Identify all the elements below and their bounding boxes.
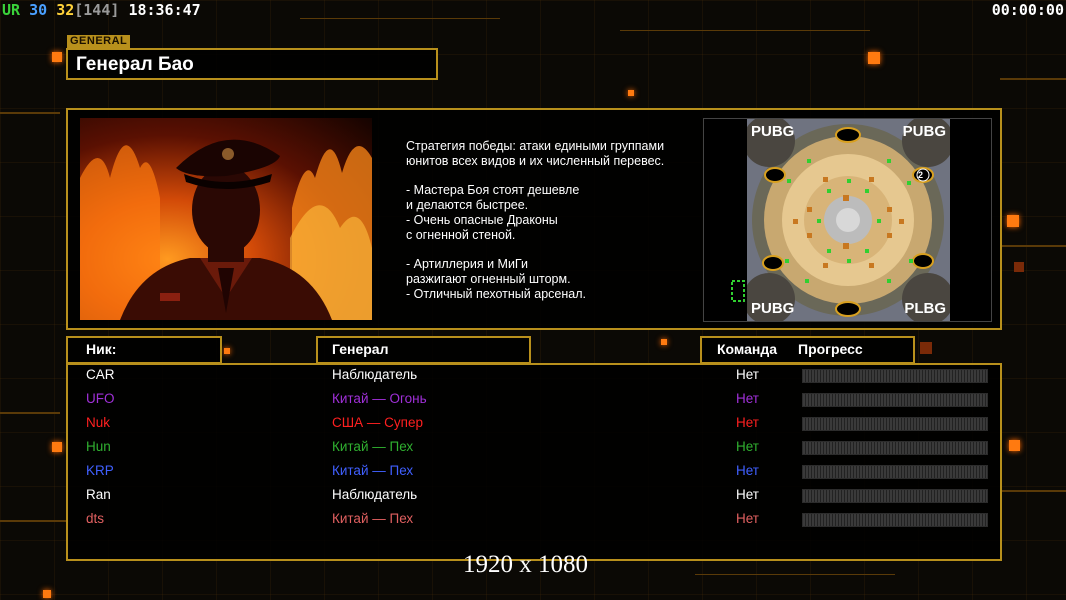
minimap-terrain: PUBG PUBG PUBG PLBG 2 bbox=[743, 119, 954, 321]
player-row[interactable]: Nuk США — Супер Нет bbox=[68, 413, 1000, 437]
player-nick: Nuk bbox=[86, 415, 111, 430]
player-nick: KRP bbox=[86, 463, 114, 478]
circuit-line bbox=[0, 112, 60, 114]
player-general: Китай — Пех bbox=[332, 511, 414, 526]
glow-square bbox=[52, 52, 62, 62]
glow-square bbox=[868, 52, 880, 64]
circuit-line bbox=[0, 412, 60, 414]
player-general: Китай — Огонь bbox=[332, 391, 427, 406]
fps-target: 32 bbox=[56, 1, 75, 19]
player-list: CAR Наблюдатель Нет UFO Китай — Огонь Нет Nuk С… bbox=[66, 363, 1002, 561]
glow-square bbox=[43, 590, 51, 598]
fps-label: UR bbox=[2, 1, 21, 19]
clock: 18:36:47 bbox=[128, 1, 201, 19]
column-label-nick: Ник: bbox=[86, 341, 117, 357]
column-label-general: Генерал bbox=[332, 341, 389, 357]
map-corner-label: PUBG bbox=[902, 123, 946, 140]
map-start-marker: 2 bbox=[918, 170, 924, 180]
player-team: Нет bbox=[736, 415, 759, 430]
game-timer: 00:00:00 bbox=[991, 1, 1064, 19]
glow-square bbox=[52, 442, 62, 452]
resolution-label: 1920 x 1080 bbox=[463, 551, 588, 578]
glow-square bbox=[1009, 440, 1020, 451]
glow-square bbox=[1014, 262, 1024, 272]
map-unit-icon bbox=[731, 280, 745, 302]
player-progress-bar bbox=[802, 513, 988, 527]
glow-square bbox=[224, 348, 230, 354]
player-general: Китай — Пех bbox=[332, 463, 414, 478]
player-general: Наблюдатель bbox=[332, 367, 418, 382]
glow-square bbox=[920, 342, 932, 354]
column-header-general[interactable]: Генерал bbox=[316, 336, 531, 364]
general-portrait bbox=[80, 118, 372, 320]
circuit-line bbox=[0, 520, 66, 522]
player-team: Нет bbox=[736, 511, 759, 526]
player-row[interactable]: CAR Наблюдатель Нет bbox=[68, 365, 1000, 389]
player-team: Нет bbox=[736, 463, 759, 478]
player-progress-bar bbox=[802, 465, 988, 479]
player-progress-bar bbox=[802, 417, 988, 431]
player-progress-bar bbox=[802, 393, 988, 407]
general-name: Генерал Бао bbox=[76, 54, 194, 75]
player-general: Китай — Пех bbox=[332, 439, 414, 454]
general-title-box: Генерал Бао bbox=[66, 48, 438, 80]
circuit-line bbox=[1000, 245, 1066, 247]
map-corner-label: PLBG bbox=[904, 300, 946, 317]
player-row[interactable]: UFO Китай — Огонь Нет bbox=[68, 389, 1000, 413]
player-nick: UFO bbox=[86, 391, 115, 406]
fps-counter: UR 30 32[144] 18:36:47 bbox=[2, 1, 201, 19]
column-header-nick[interactable]: Ник: bbox=[66, 336, 222, 364]
player-nick: CAR bbox=[86, 367, 115, 382]
fps-cap: [144] bbox=[74, 1, 120, 19]
player-nick: dts bbox=[86, 511, 105, 526]
column-label-progress: Прогресс bbox=[798, 341, 863, 357]
circuit-line bbox=[695, 574, 895, 575]
player-progress-bar bbox=[802, 369, 988, 383]
map-corner-label: PUBG bbox=[751, 300, 795, 317]
column-label-team: Команда bbox=[717, 341, 777, 357]
circuit-line bbox=[620, 30, 870, 31]
player-row[interactable]: Ran Наблюдатель Нет bbox=[68, 485, 1000, 509]
general-tag: GENERAL bbox=[67, 35, 131, 48]
player-nick: Hun bbox=[86, 439, 111, 454]
minimap[interactable]: PUBG PUBG PUBG PLBG 2 bbox=[703, 118, 992, 322]
fps-value: 30 bbox=[29, 1, 48, 19]
circuit-line bbox=[1000, 78, 1066, 80]
player-progress-bar bbox=[802, 489, 988, 503]
player-nick: Ran bbox=[86, 487, 111, 502]
column-header-team-progress[interactable]: Команда Прогресс bbox=[700, 336, 915, 364]
player-general: Наблюдатель bbox=[332, 487, 418, 502]
player-progress-bar bbox=[802, 441, 988, 455]
player-team: Нет bbox=[736, 439, 759, 454]
general-description: Стратегия победы: атаки едиными группами… bbox=[406, 139, 665, 301]
player-team: Нет bbox=[736, 487, 759, 502]
glow-square bbox=[1007, 215, 1019, 227]
player-team: Нет bbox=[736, 391, 759, 406]
player-general: США — Супер bbox=[332, 415, 423, 430]
player-team: Нет bbox=[736, 367, 759, 382]
circuit-line bbox=[300, 18, 500, 19]
player-row[interactable]: Hun Китай — Пех Нет bbox=[68, 437, 1000, 461]
player-row[interactable]: KRP Китай — Пех Нет bbox=[68, 461, 1000, 485]
glow-square bbox=[661, 339, 667, 345]
player-row[interactable]: dts Китай — Пех Нет bbox=[68, 509, 1000, 533]
glow-square bbox=[628, 90, 634, 96]
circuit-line bbox=[1000, 490, 1066, 492]
map-corner-label: PUBG bbox=[751, 123, 795, 140]
